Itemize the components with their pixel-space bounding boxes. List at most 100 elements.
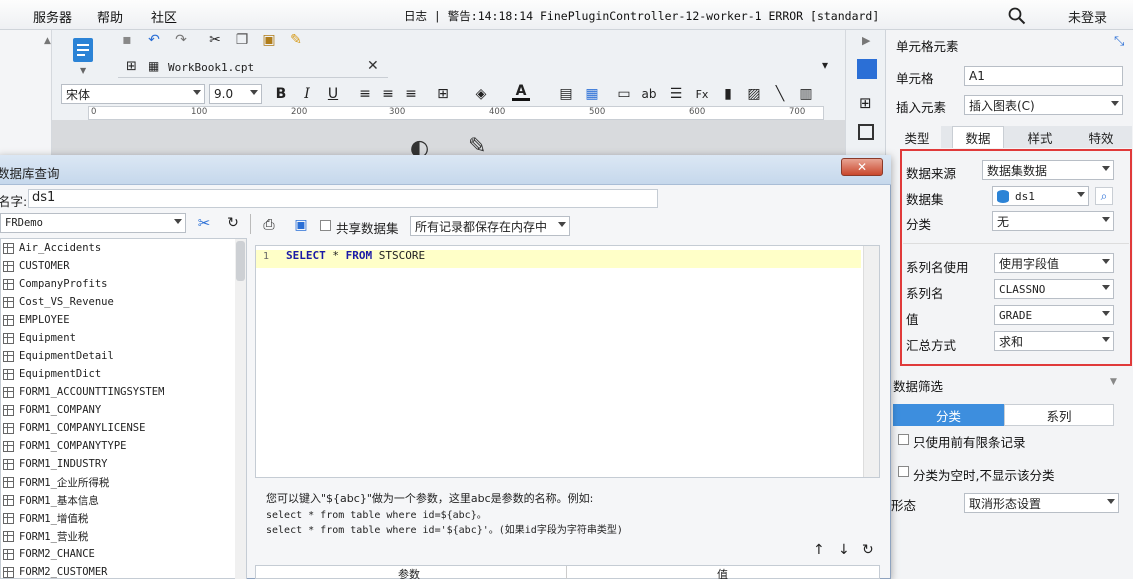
list-item[interactable]: FORM1_INDUSTRY xyxy=(3,455,108,473)
sql-text[interactable]: SELECT * FROM STSCORE xyxy=(286,249,425,262)
expand-icon[interactable]: ⤡ xyxy=(1114,34,1124,49)
formula-icon[interactable]: Fx xyxy=(693,85,711,103)
tab-data[interactable]: 数据 xyxy=(952,126,1004,148)
only-first-checkbox[interactable] xyxy=(898,434,909,445)
list-item[interactable]: FORM2_CHANCE xyxy=(3,545,95,563)
list-item[interactable]: Cost_VS_Revenue xyxy=(3,293,114,311)
font-size-select[interactable]: 9.0 xyxy=(209,84,262,104)
tab-menu-icon[interactable]: ▾ xyxy=(822,58,828,72)
shape-select[interactable]: 取消形态设置 xyxy=(964,493,1119,513)
dropdown-icon[interactable]: ▼ xyxy=(80,66,86,75)
series-name-select[interactable]: CLASSNO xyxy=(994,279,1114,299)
connection-select[interactable]: FRDemo xyxy=(0,213,186,233)
save-icon[interactable]: ▪ xyxy=(118,31,136,49)
tab-style[interactable]: 样式 xyxy=(1014,126,1066,148)
login-link[interactable]: 未登录 xyxy=(1068,7,1107,26)
tab-effect[interactable]: 特效 xyxy=(1076,126,1126,148)
text-field-icon[interactable]: ▭ xyxy=(615,85,633,103)
frame-icon[interactable] xyxy=(858,124,874,140)
close-icon[interactable]: ✕ xyxy=(841,158,883,176)
series-use-select[interactable]: 使用字段值 xyxy=(994,253,1114,273)
cell-properties-icon[interactable] xyxy=(857,59,877,79)
sheet-area[interactable] xyxy=(52,120,845,160)
image-icon[interactable]: ▨ xyxy=(745,85,763,103)
edit-sql-icon[interactable]: ▣ xyxy=(292,216,310,234)
preview-icon[interactable]: ⎙ xyxy=(260,216,278,234)
list-item[interactable]: EMPLOYEE xyxy=(3,311,70,329)
sub-report-icon[interactable]: ▥ xyxy=(797,85,815,103)
agg-select[interactable]: 求和 xyxy=(994,331,1114,351)
underline-icon[interactable]: U xyxy=(324,85,342,103)
insert-element-select[interactable]: 插入图表(C) xyxy=(964,95,1123,115)
list-item[interactable]: FORM1_企业所得税 xyxy=(3,473,109,491)
list-item[interactable]: FORM1_COMPANYLICENSE xyxy=(3,419,145,437)
align-center-icon[interactable]: ≡ xyxy=(379,85,397,103)
name-input[interactable]: ds1 xyxy=(28,189,658,208)
search-icon[interactable] xyxy=(1008,7,1026,25)
list-item[interactable]: FORM1_营业税 xyxy=(3,527,88,545)
list-item[interactable]: CompanyProfits xyxy=(3,275,108,293)
align-right-icon[interactable]: ≡ xyxy=(402,85,420,103)
chevron-down-icon[interactable]: ▼ xyxy=(1110,377,1117,387)
list-item[interactable]: FORM1_ACCOUNTTINGSYSTEM xyxy=(3,383,164,401)
table-icon[interactable]: ▦ xyxy=(583,85,601,103)
cut-icon[interactable]: ✂ xyxy=(206,31,224,49)
paste-icon[interactable]: ▣ xyxy=(260,31,278,49)
slash-icon[interactable]: ╲ xyxy=(771,85,789,103)
redo-icon[interactable]: ↷ xyxy=(172,31,190,49)
tab-type[interactable]: 类型 xyxy=(893,126,941,148)
list-item[interactable]: EquipmentDict xyxy=(3,365,101,383)
value-select[interactable]: GRADE xyxy=(994,305,1114,325)
segment-category[interactable]: 分类 xyxy=(893,404,1004,426)
memory-select[interactable]: 所有记录都保存在内存中 xyxy=(410,216,570,236)
arrow-up-icon[interactable]: ↑ xyxy=(813,542,825,558)
fill-color-icon[interactable]: ◈ xyxy=(472,85,490,103)
align-left-icon[interactable]: ≡ xyxy=(356,85,374,103)
collapse-up-icon[interactable]: ▲ xyxy=(44,36,51,46)
hide-empty-checkbox[interactable] xyxy=(898,466,909,477)
share-dataset-checkbox[interactable] xyxy=(320,220,331,231)
sql-editor[interactable] xyxy=(255,245,880,478)
copy-icon[interactable]: ❐ xyxy=(233,31,251,49)
editor-scrollbar[interactable] xyxy=(863,246,879,477)
italic-icon[interactable]: I xyxy=(298,85,316,103)
connection-settings-icon[interactable]: ✂ xyxy=(195,214,213,232)
dialog-titlebar[interactable] xyxy=(0,155,891,185)
border-icon[interactable]: ⊞ xyxy=(434,85,452,103)
chevron-right-icon[interactable]: ▶ xyxy=(862,34,870,47)
close-icon[interactable]: ✕ xyxy=(367,58,379,74)
format-brush-icon[interactable]: ✎ xyxy=(287,31,305,49)
list-item[interactable]: FORM1_COMPANYTYPE xyxy=(3,437,126,455)
data-source-select[interactable]: 数据集数据 xyxy=(982,160,1114,180)
scroll-thumb[interactable] xyxy=(236,241,245,281)
menu-server[interactable]: 服务器 xyxy=(33,7,72,26)
tab-workbook[interactable]: WorkBook1.cpt xyxy=(168,61,254,74)
undo-icon[interactable]: ↶ xyxy=(145,31,163,49)
widget-icon[interactable]: ⊞ xyxy=(859,94,872,112)
tree-scrollbar[interactable] xyxy=(235,239,246,579)
log-status[interactable]: 日志 | 警告:14:18:14 FinePluginController-12… xyxy=(404,8,879,24)
template-new-icon[interactable] xyxy=(70,36,96,64)
list-item[interactable]: Equipment xyxy=(3,329,76,347)
menu-community[interactable]: 社区 xyxy=(151,7,177,26)
refresh-icon[interactable]: ↻ xyxy=(862,542,874,558)
chart-icon[interactable]: ▮ xyxy=(719,85,737,103)
list-item[interactable]: FORM1_基本信息 xyxy=(3,491,99,509)
arrow-down-icon[interactable]: ↓ xyxy=(838,542,850,558)
menu-help[interactable]: 帮助 xyxy=(97,7,123,26)
search-icon[interactable]: ⌕ xyxy=(1095,187,1113,205)
font-family-select[interactable]: 宋体 xyxy=(61,84,205,104)
segment-series[interactable]: 系列 xyxy=(1004,404,1114,426)
category-select[interactable]: 无 xyxy=(992,211,1114,231)
list-item[interactable]: CUSTOMER xyxy=(3,257,70,275)
dataset-select[interactable]: ds1 xyxy=(992,186,1089,206)
list-item[interactable]: FORM1_增值税 xyxy=(3,509,88,527)
paragraph-icon[interactable]: ☰ xyxy=(667,85,685,103)
cell-input[interactable]: A1 xyxy=(964,66,1123,86)
text-ab-icon[interactable]: ab xyxy=(640,85,658,103)
list-item[interactable]: EquipmentDetail xyxy=(3,347,114,365)
list-item[interactable]: Air_Accidents xyxy=(3,239,101,257)
list-item[interactable]: FORM2_CUSTOMER xyxy=(3,563,108,579)
font-color-icon[interactable]: A xyxy=(512,83,530,101)
list-item[interactable]: FORM1_COMPANY xyxy=(3,401,101,419)
